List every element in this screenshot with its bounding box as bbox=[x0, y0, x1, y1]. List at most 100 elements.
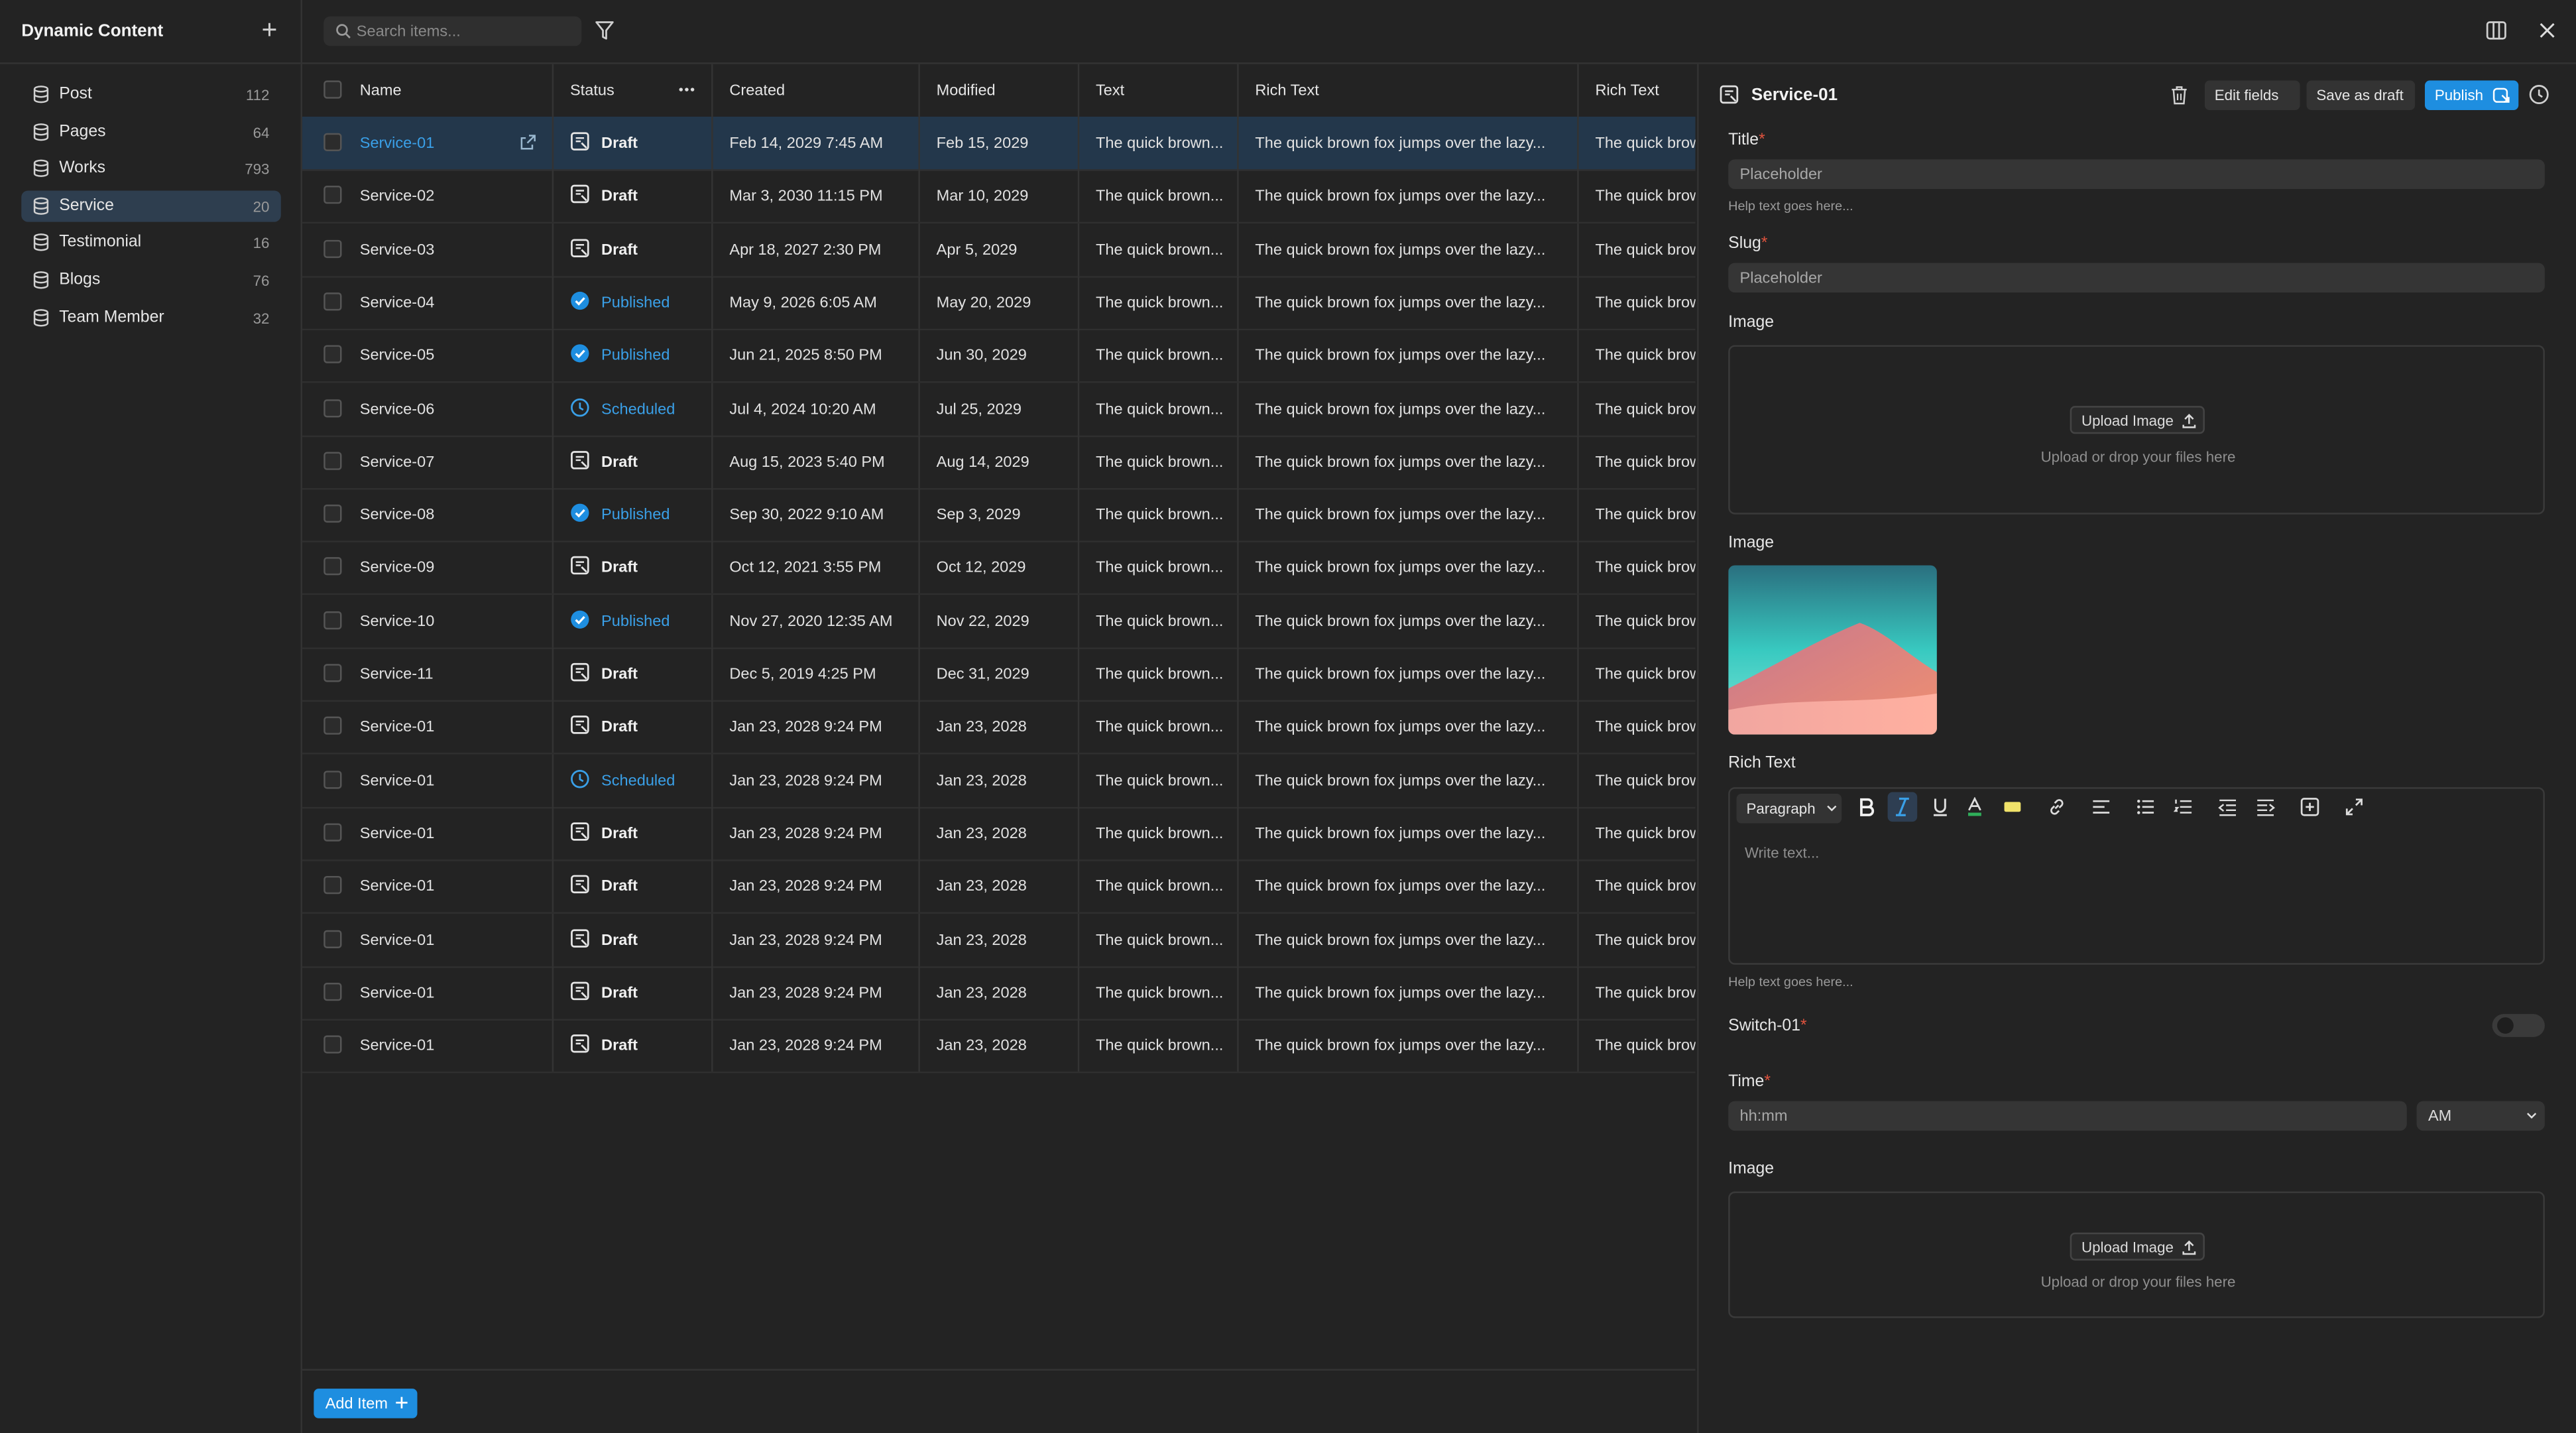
item-name[interactable]: Service-01 bbox=[360, 1037, 435, 1055]
trash-icon[interactable] bbox=[2170, 86, 2188, 105]
indent-icon[interactable] bbox=[2256, 797, 2276, 817]
table-row[interactable]: Service-07 Draft Aug 15, 2023 5:40 PM Aug 1… bbox=[302, 435, 1696, 490]
edit-fields-button[interactable]: Edit fields bbox=[2204, 80, 2300, 111]
row-checkbox[interactable] bbox=[323, 929, 342, 948]
item-name[interactable]: Service-01 bbox=[360, 878, 435, 896]
table-row[interactable]: Service-01 Draft Jan 23, 2028 9:24 PM Jan 2… bbox=[302, 859, 1696, 914]
item-name[interactable]: Service-01 bbox=[360, 931, 435, 949]
item-name[interactable]: Service-11 bbox=[360, 666, 434, 684]
item-name[interactable]: Service-06 bbox=[360, 400, 435, 418]
item-name[interactable]: Service-01 bbox=[360, 825, 435, 843]
row-checkbox[interactable] bbox=[323, 186, 342, 205]
row-checkbox[interactable] bbox=[323, 345, 342, 364]
bullet-list-icon[interactable] bbox=[2136, 797, 2156, 817]
table-row[interactable]: Service-08 Published Sep 30, 2022 9:10 AM S… bbox=[302, 488, 1696, 543]
image-dropzone[interactable]: Upload Image Upload or drop your files h… bbox=[1728, 345, 2545, 515]
item-name[interactable]: Service-08 bbox=[360, 507, 435, 525]
row-checkbox[interactable] bbox=[323, 876, 342, 895]
item-name[interactable]: Service-03 bbox=[360, 241, 435, 259]
publish-button[interactable]: Publish bbox=[2424, 80, 2519, 111]
table-row[interactable]: Service-01 Draft Jan 23, 2028 9:24 PM Jan 2… bbox=[302, 966, 1696, 1021]
upload-image-button-2[interactable]: Upload Image bbox=[2070, 1232, 2205, 1261]
sidebar-item-post[interactable]: Post 112 bbox=[21, 79, 281, 110]
item-name[interactable]: Service-09 bbox=[360, 560, 435, 578]
select-all-checkbox[interactable] bbox=[323, 80, 342, 99]
column-header-status[interactable]: Status bbox=[554, 64, 713, 117]
sidebar-item-pages[interactable]: Pages 64 bbox=[21, 116, 281, 147]
history-clock-icon[interactable] bbox=[2528, 84, 2549, 105]
item-name[interactable]: Service-10 bbox=[360, 613, 435, 631]
row-checkbox[interactable] bbox=[323, 982, 342, 1001]
image-thumbnail[interactable] bbox=[1728, 565, 1937, 735]
sidebar-item-blogs[interactable]: Blogs 76 bbox=[21, 265, 281, 296]
column-header-rich-text-2[interactable]: Rich Text bbox=[1579, 64, 1696, 117]
sidebar-item-testimonial[interactable]: Testimonial 16 bbox=[21, 227, 281, 259]
sidebar-item-team-member[interactable]: Team Member 32 bbox=[21, 302, 281, 333]
italic-icon[interactable] bbox=[1887, 792, 1918, 822]
table-row[interactable]: Service-01 Draft Jan 23, 2028 9:24 PM Jan 2… bbox=[302, 700, 1696, 755]
column-header-rich-text[interactable]: Rich Text bbox=[1239, 64, 1579, 117]
underline-icon[interactable] bbox=[1930, 797, 1950, 817]
expand-icon[interactable] bbox=[2345, 797, 2365, 817]
item-name[interactable]: Service-01 bbox=[360, 984, 435, 1002]
table-row[interactable]: Service-01 Draft Jan 23, 2028 9:24 PM Jan 2… bbox=[302, 912, 1696, 967]
item-name[interactable]: Service-07 bbox=[360, 454, 435, 471]
table-row[interactable]: Service-11 Draft Dec 5, 2019 4:25 PM Dec 31… bbox=[302, 647, 1696, 702]
add-collection-icon[interactable] bbox=[258, 18, 281, 41]
row-checkbox[interactable] bbox=[323, 133, 342, 152]
sidebar-item-service[interactable]: Service 20 bbox=[21, 190, 281, 222]
item-name[interactable]: Service-01 bbox=[360, 135, 435, 153]
item-name[interactable]: Service-05 bbox=[360, 347, 435, 365]
table-row[interactable]: Service-06 Scheduled Jul 4, 2024 10:20 AM J… bbox=[302, 382, 1696, 436]
table-row[interactable]: Service-03 Draft Apr 18, 2027 2:30 PM Apr 5… bbox=[302, 223, 1696, 277]
row-checkbox[interactable] bbox=[323, 398, 342, 417]
switch-toggle[interactable] bbox=[2492, 1014, 2545, 1037]
link-icon[interactable] bbox=[2047, 797, 2067, 817]
row-checkbox[interactable] bbox=[323, 505, 342, 523]
table-row[interactable]: Service-01 Draft Jan 23, 2028 9:24 PM Jan 2… bbox=[302, 1019, 1696, 1074]
item-name[interactable]: Service-01 bbox=[360, 719, 435, 737]
table-row[interactable]: Service-01 Draft Feb 14, 2029 7:45 AM Feb 1… bbox=[302, 116, 1696, 171]
ampm-select[interactable]: AM bbox=[2416, 1101, 2545, 1131]
table-row[interactable]: Service-09 Draft Oct 12, 2021 3:55 PM Oct 1… bbox=[302, 541, 1696, 596]
table-row[interactable]: Service-01 Draft Jan 23, 2028 9:24 PM Jan 2… bbox=[302, 806, 1696, 861]
slug-input[interactable]: Placeholder bbox=[1728, 263, 2545, 293]
row-checkbox[interactable] bbox=[323, 717, 342, 735]
align-left-icon[interactable] bbox=[2091, 797, 2111, 817]
add-item-button[interactable]: Add Item bbox=[314, 1389, 418, 1418]
row-checkbox[interactable] bbox=[323, 239, 342, 258]
highlight-color-icon[interactable] bbox=[2003, 797, 2022, 817]
save-draft-button[interactable]: Save as draft bbox=[2306, 80, 2416, 111]
row-checkbox[interactable] bbox=[323, 823, 342, 841]
table-row[interactable]: Service-04 Published May 9, 2026 6:05 AM Ma… bbox=[302, 276, 1696, 330]
insert-block-icon[interactable] bbox=[2300, 797, 2320, 817]
sidebar-item-works[interactable]: Works 793 bbox=[21, 153, 281, 184]
row-checkbox[interactable] bbox=[323, 558, 342, 576]
column-header-text[interactable]: Text bbox=[1079, 64, 1239, 117]
column-header-modified[interactable]: Modified bbox=[920, 64, 1080, 117]
table-row[interactable]: Service-05 Published Jun 21, 2025 8:50 PM J… bbox=[302, 329, 1696, 383]
filter-icon[interactable] bbox=[595, 20, 615, 41]
text-color-icon[interactable] bbox=[1965, 796, 1985, 817]
row-checkbox[interactable] bbox=[323, 770, 342, 788]
numbered-list-icon[interactable] bbox=[2173, 797, 2194, 817]
row-checkbox[interactable] bbox=[323, 1035, 342, 1054]
paragraph-select[interactable]: Paragraph bbox=[1736, 794, 1842, 824]
open-external-icon[interactable] bbox=[519, 133, 537, 151]
column-header-created[interactable]: Created bbox=[713, 64, 920, 117]
image-dropzone-2[interactable]: Upload Image Upload or drop your files h… bbox=[1728, 1191, 2545, 1318]
upload-image-button[interactable]: Upload Image bbox=[2070, 406, 2205, 434]
more-options-icon[interactable] bbox=[679, 87, 695, 92]
table-row[interactable]: Service-02 Draft Mar 3, 2030 11:15 PM Mar 1… bbox=[302, 170, 1696, 224]
search-input[interactable]: Search items... bbox=[323, 16, 582, 46]
row-checkbox[interactable] bbox=[323, 452, 342, 470]
time-input[interactable]: hh:mm bbox=[1728, 1101, 2407, 1131]
title-input[interactable]: Placeholder bbox=[1728, 159, 2545, 190]
table-row[interactable]: Service-01 Scheduled Jan 23, 2028 9:24 PM J… bbox=[302, 753, 1696, 808]
row-checkbox[interactable] bbox=[323, 664, 342, 682]
outdent-icon[interactable] bbox=[2218, 797, 2238, 817]
column-header-name[interactable]: Name bbox=[302, 64, 554, 117]
item-name[interactable]: Service-02 bbox=[360, 188, 435, 206]
item-name[interactable]: Service-04 bbox=[360, 294, 435, 312]
close-icon[interactable] bbox=[2538, 21, 2556, 39]
